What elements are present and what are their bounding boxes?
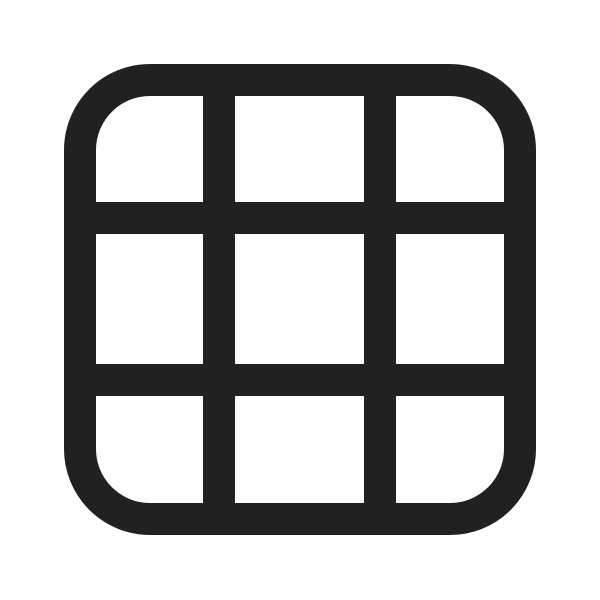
grid-icon	[0, 0, 600, 600]
grid-frame	[64, 64, 536, 535]
icon-canvas	[0, 0, 600, 600]
grid-lines	[80, 80, 520, 519]
grid-icon-svg	[64, 64, 536, 535]
